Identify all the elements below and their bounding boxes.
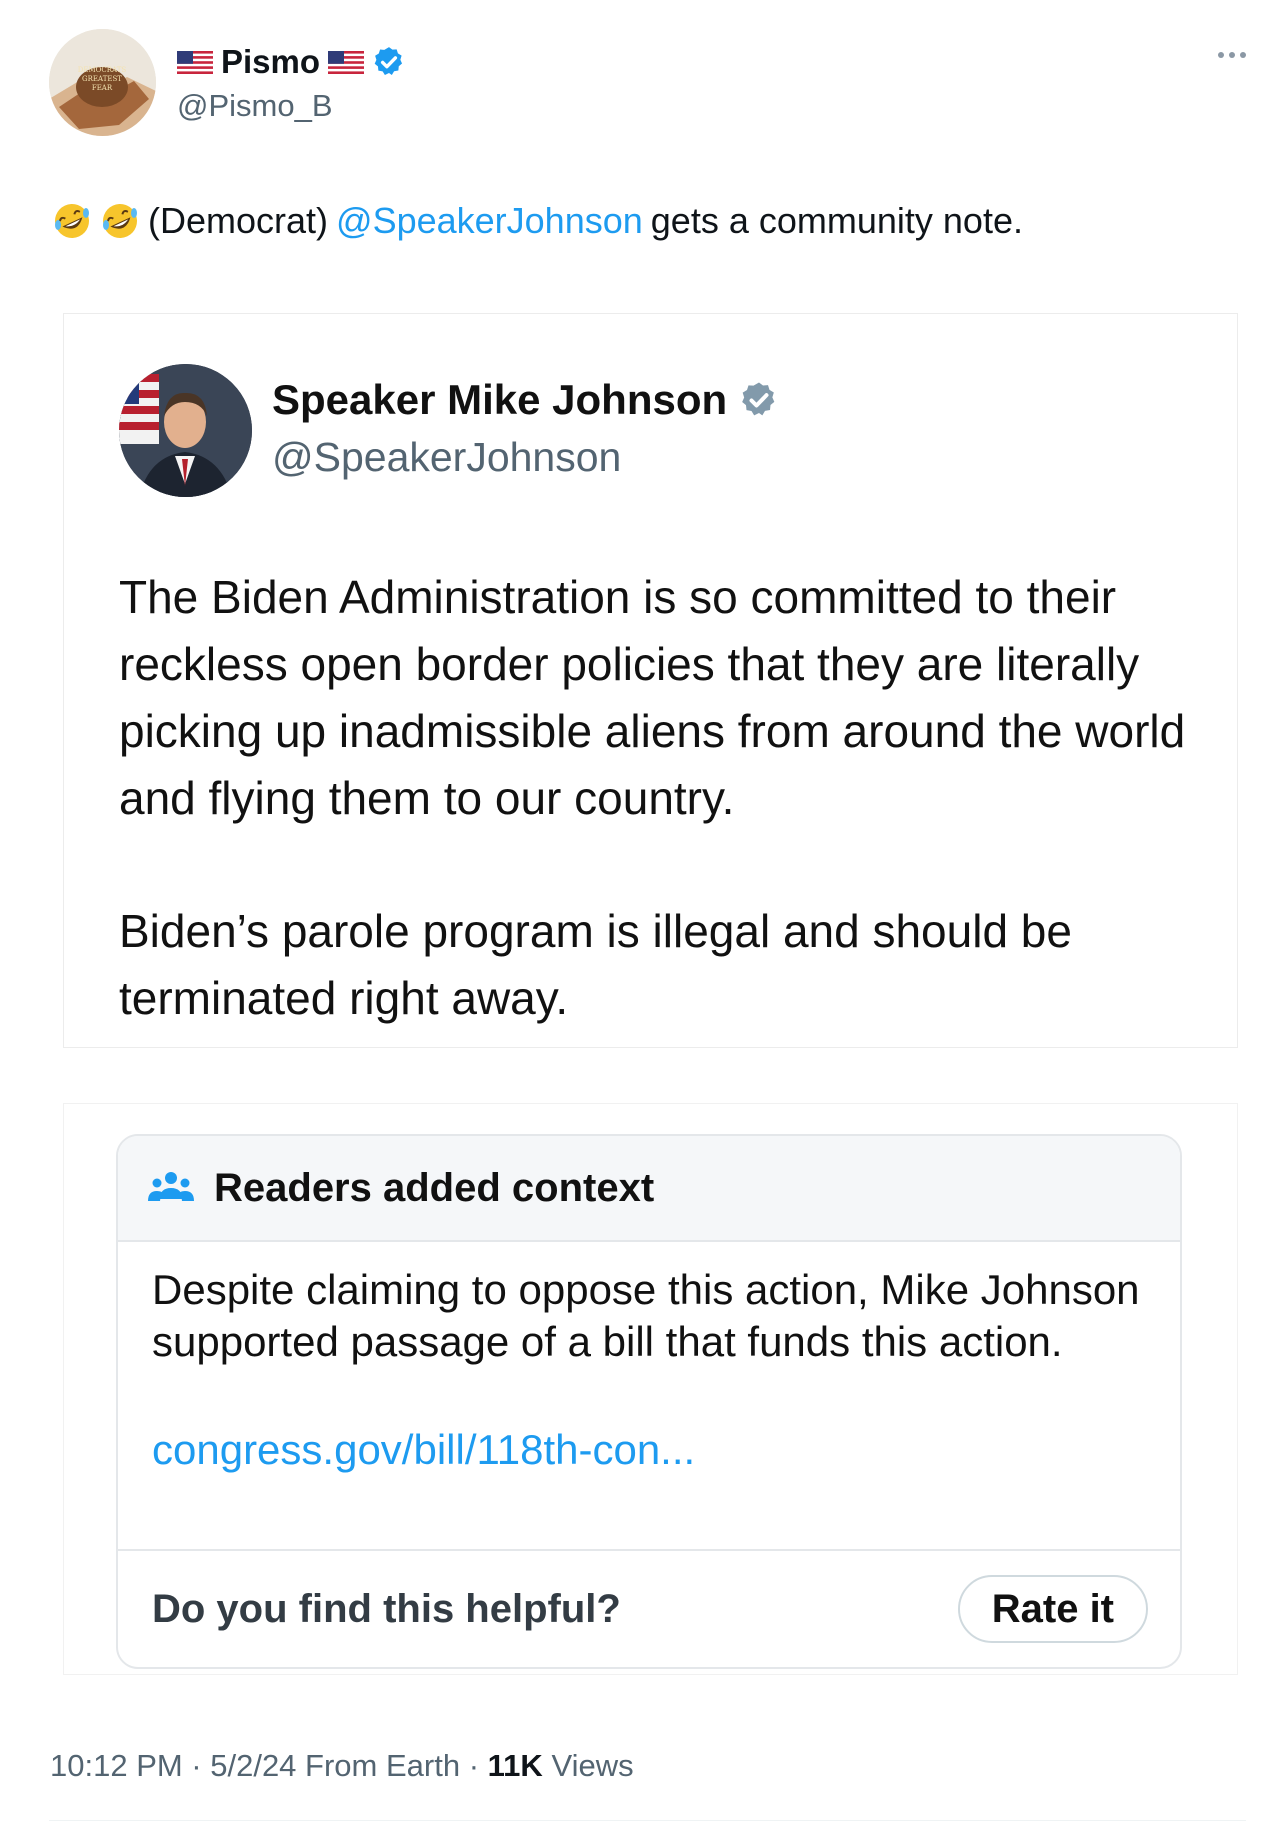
tweet-text-prefix: (Democrat) — [148, 200, 329, 241]
tweet-text: (Democrat) @SpeakerJohnson gets a commun… — [52, 197, 1023, 245]
embedded-paragraph-2: Biden’s parole program is illegal and sh… — [119, 905, 1072, 1024]
views-count: 11K — [487, 1748, 543, 1783]
note-footer: Do you find this helpful? Rate it — [118, 1549, 1180, 1667]
dot — [1229, 52, 1235, 58]
community-note-image[interactable]: Readers added context Despite claiming t… — [63, 1103, 1238, 1675]
flag-backdrop — [119, 374, 159, 444]
rolling-on-floor-laughing-emoji — [55, 204, 89, 238]
people-group-icon — [148, 1172, 194, 1201]
tweet-page: DEMOCRATS GREATEST FEAR Pismo @Pismo_B (… — [0, 0, 1286, 1823]
author-block: Pismo @Pismo_B — [177, 40, 406, 124]
dot — [1218, 52, 1224, 58]
verified-badge-icon — [374, 47, 403, 76]
timestamp[interactable]: 10:12 PM · 5/2/24 From Earth — [50, 1748, 460, 1783]
author-display-name[interactable]: Pismo — [221, 43, 320, 81]
meta-separator: · — [468, 1748, 480, 1783]
tweet-text-suffix: gets a community note. — [650, 200, 1023, 241]
note-title: Readers added context — [214, 1165, 655, 1210]
author-handle[interactable]: @Pismo_B — [177, 88, 406, 124]
embedded-tweet-text: The Biden Administration is so committed… — [119, 564, 1219, 1032]
us-flag-icon — [177, 50, 213, 74]
government-verified-badge-icon — [742, 382, 775, 416]
embedded-name-row: Speaker Mike Johnson — [272, 376, 779, 424]
embedded-author: Speaker Mike Johnson @SpeakerJohnson — [272, 376, 779, 481]
views-label: Views — [551, 1748, 634, 1783]
dot — [1240, 52, 1246, 58]
avatar-caption-2: GREATEST — [82, 75, 122, 83]
note-header: Readers added context — [118, 1136, 1180, 1242]
embedded-tweet-image[interactable]: Speaker Mike Johnson @SpeakerJohnson The… — [63, 313, 1238, 1048]
speaker-avatar — [119, 364, 252, 497]
embedded-paragraph-1: The Biden Administration is so committed… — [119, 571, 1186, 824]
note-text: Despite claiming to oppose this action, … — [152, 1266, 1140, 1365]
author-avatar[interactable]: DEMOCRATS GREATEST FEAR — [49, 29, 156, 136]
embedded-handle: @SpeakerJohnson — [272, 434, 622, 480]
divider — [49, 1820, 1246, 1821]
avatar-caption-1: DEMOCRATS — [78, 66, 127, 74]
avatar-caption-3: FEAR — [92, 84, 113, 92]
embedded-display-name: Speaker Mike Johnson — [272, 376, 728, 423]
rolling-on-floor-laughing-emoji — [103, 204, 137, 238]
mention-link[interactable]: @SpeakerJohnson — [336, 197, 643, 245]
note-source-link[interactable]: congress.gov/bill/118th-con... — [152, 1424, 1146, 1476]
tweet-meta: 10:12 PM · 5/2/24 From Earth · 11K Views — [50, 1748, 634, 1784]
us-flag-icon — [328, 50, 365, 74]
community-note: Readers added context Despite claiming t… — [116, 1134, 1182, 1669]
author-name-row[interactable]: Pismo — [177, 40, 406, 84]
helpful-question: Do you find this helpful? — [152, 1586, 621, 1631]
rate-it-button[interactable]: Rate it — [957, 1575, 1148, 1643]
more-options-icon[interactable] — [1218, 52, 1246, 58]
note-body: Despite claiming to oppose this action, … — [118, 1242, 1180, 1476]
